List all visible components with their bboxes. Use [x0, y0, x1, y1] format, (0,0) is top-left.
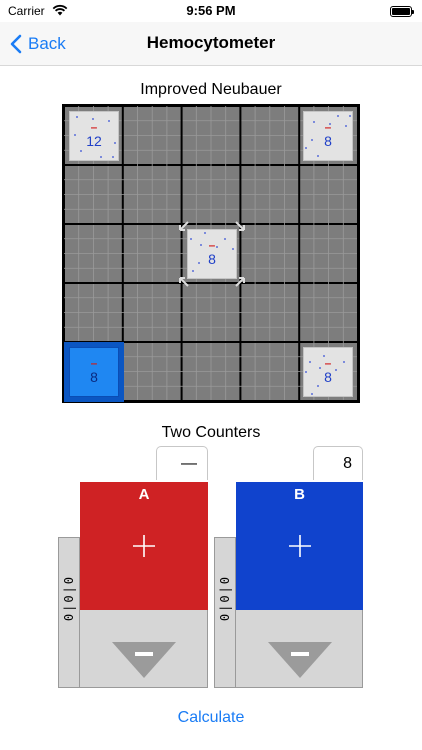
square-mark: – [324, 356, 332, 370]
cell-dot [112, 156, 114, 158]
plus-icon [289, 535, 311, 557]
status-time: 9:56 PM [186, 3, 236, 18]
navigation-bar: Back Hemocytometer [0, 22, 422, 66]
cell-dot [345, 125, 347, 127]
battery-icon [390, 6, 414, 17]
calculate-button[interactable]: Calculate [0, 709, 422, 727]
cell-dot [309, 361, 311, 363]
cell-dot [317, 385, 319, 387]
cell-dot [80, 150, 82, 152]
corner-square-bottom-right[interactable]: – 8 [298, 342, 358, 402]
counter-a-value: — [156, 446, 208, 480]
page-title: Hemocytometer [146, 33, 276, 52]
cell-dot [313, 121, 315, 123]
cell-dot [329, 123, 331, 125]
counter-b-increment-button[interactable]: B [236, 482, 363, 610]
counter-b-label: B [294, 486, 305, 503]
square-count: 8 [324, 133, 332, 149]
cell-dot [100, 156, 102, 158]
cell-dot [305, 147, 307, 149]
square-count: 8 [90, 369, 98, 385]
counter-b-side-label: 0|0|0 [218, 575, 232, 622]
cell-dot [317, 155, 319, 157]
cell-dot [343, 361, 345, 363]
plus-icon [133, 535, 155, 557]
cell-dot [323, 355, 325, 357]
counter-b-decrement-button[interactable] [266, 640, 334, 680]
cell-dot [311, 393, 313, 395]
cell-dot [337, 115, 339, 117]
square-pane: – 8 [303, 111, 353, 161]
status-bar: Carrier 9:56 PM [0, 0, 422, 22]
cell-dot [305, 371, 307, 373]
cell-dot [74, 134, 76, 136]
corner-square-top-left[interactable]: – 12 [64, 106, 124, 166]
hemocytometer-grid: – 12 – 8 – 8 – 8 – 8 [62, 104, 360, 403]
square-count: 12 [86, 133, 102, 149]
counter-a-label: A [138, 486, 150, 503]
chamber-title: Improved Neubauer [140, 81, 282, 98]
counter-a-decrement-button[interactable] [110, 640, 178, 680]
cell-dot [114, 142, 116, 144]
counters-title: Two Counters [161, 424, 261, 441]
square-mark: – [90, 356, 98, 370]
counter-b-value: 8 [313, 446, 363, 480]
cell-dot [319, 367, 321, 369]
counter-a-increment-button[interactable]: A [80, 482, 208, 610]
corner-square-top-right[interactable]: – 8 [298, 106, 358, 166]
cell-dot [92, 118, 94, 120]
cell-dot [349, 115, 351, 117]
cell-dot [335, 369, 337, 371]
square-pane: – 8 [69, 347, 119, 397]
square-mark: – [90, 120, 98, 134]
cell-dot [76, 116, 78, 118]
move-arrows-icon [179, 221, 245, 287]
counter-a-side-label: 0|0|0 [62, 575, 76, 622]
cell-dot [108, 120, 110, 122]
square-pane: – 8 [303, 347, 353, 397]
square-pane: – 12 [69, 111, 119, 161]
minus-icon [291, 652, 309, 656]
cell-dot [311, 139, 313, 141]
corner-square-bottom-left[interactable]: – 8 [64, 342, 124, 402]
minus-icon [135, 652, 153, 656]
square-count: 8 [324, 369, 332, 385]
